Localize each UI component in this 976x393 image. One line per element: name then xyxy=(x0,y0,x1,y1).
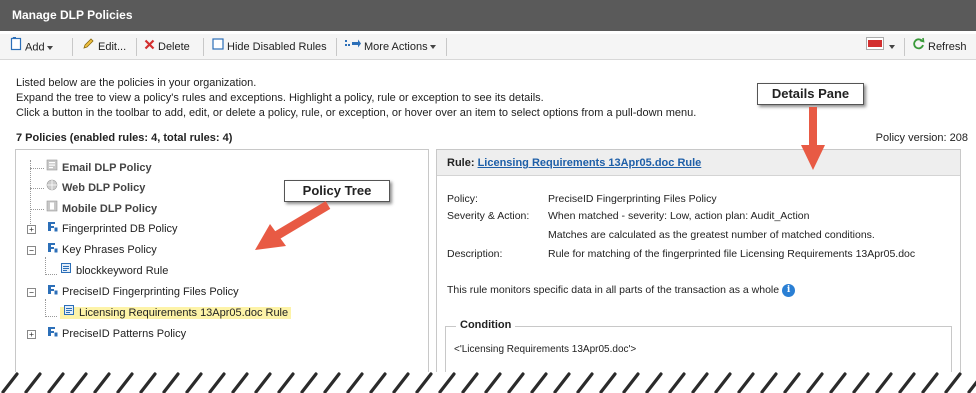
left-arrow-icon xyxy=(255,201,331,250)
annotation-arrows xyxy=(255,107,825,250)
torn-edge-divider xyxy=(0,372,976,393)
down-arrow-icon xyxy=(801,107,825,170)
